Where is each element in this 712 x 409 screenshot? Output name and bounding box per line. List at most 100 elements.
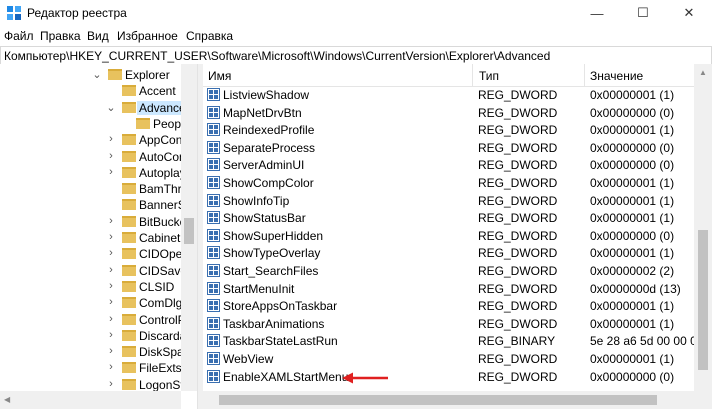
tree-item[interactable]: › Autoplay: [0, 164, 186, 182]
registry-value-row[interactable]: TaskbarAnimations REG_DWORD 0x00000001 (1): [203, 315, 694, 333]
registry-value-row[interactable]: ShowSuperHidden REG_DWORD 0x00000000 (0): [203, 227, 694, 245]
tree-item[interactable]: › DiskSpac: [0, 343, 190, 361]
close-button[interactable]: ✕: [666, 0, 712, 26]
chevron-right-icon[interactable]: ›: [106, 329, 116, 341]
reg-value-icon: [207, 281, 220, 295]
chevron-down-icon[interactable]: ⌄: [106, 101, 116, 114]
registry-value-row[interactable]: TaskbarStateLastRun REG_BINARY 5e 28 a6 5d…: [203, 332, 694, 350]
tree-item[interactable]: › AppCont: [0, 131, 186, 149]
registry-value-row[interactable]: StartMenuInit REG_DWORD 0x0000000d (13): [203, 280, 694, 298]
address-path[interactable]: Компьютер\HKEY_CURRENT_USER\Software\Mic…: [4, 49, 550, 63]
minimize-button[interactable]: —: [574, 0, 620, 26]
chevron-right-icon[interactable]: ›: [106, 296, 116, 308]
value-data: 0x00000001 (1): [590, 211, 675, 226]
chevron-right-icon[interactable]: ›: [106, 247, 116, 259]
tree-item[interactable]: › ControlP: [0, 311, 186, 329]
list-scroll-thumb[interactable]: [698, 230, 708, 370]
chevron-right-icon[interactable]: ›: [106, 345, 116, 357]
reg-value-icon: [207, 316, 220, 330]
tree-item[interactable]: Accent: [0, 82, 181, 100]
reg-value-icon: [207, 158, 220, 172]
registry-value-row[interactable]: ListviewShadow REG_DWORD 0x00000001 (1): [203, 86, 694, 104]
tree-horizontal-scrollbar[interactable]: ◀: [0, 391, 181, 409]
tree-item[interactable]: ⌄ Explorer: [0, 66, 181, 84]
column-header-value[interactable]: Значение: [590, 69, 643, 83]
folder-icon: [122, 362, 136, 374]
column-divider[interactable]: [472, 64, 473, 86]
value-type: REG_DWORD: [478, 88, 558, 102]
registry-value-row[interactable]: ShowCompColor REG_DWORD 0x00000001 (1): [203, 174, 694, 192]
chevron-right-icon[interactable]: ›: [106, 378, 116, 390]
tree-item[interactable]: › AutoCon: [0, 148, 186, 166]
registry-value-row[interactable]: Start_SearchFiles REG_DWORD 0x00000002 (2): [203, 262, 694, 280]
registry-value-row[interactable]: ShowStatusBar REG_DWORD 0x00000001 (1): [203, 209, 694, 227]
value-data: 0x00000001 (1): [590, 176, 675, 190]
value-type: REG_DWORD: [478, 193, 558, 208]
value-type: REG_DWORD: [478, 228, 558, 243]
tree-item-label: FileExts: [139, 361, 182, 376]
registry-value-row[interactable]: WebView REG_DWORD 0x00000001 (1): [203, 350, 694, 368]
tree-item[interactable]: › CLSID: [0, 278, 181, 296]
column-header-type[interactable]: Тип: [479, 69, 499, 83]
chevron-right-icon[interactable]: ›: [106, 166, 116, 178]
chevron-right-icon[interactable]: ›: [106, 313, 116, 325]
reg-value-icon: [207, 105, 220, 119]
registry-value-row[interactable]: MapNetDrvBtn REG_DWORD 0x00000000 (0): [203, 104, 694, 122]
tree-item[interactable]: › FileExts: [0, 359, 182, 377]
registry-value-row[interactable]: EnableXAMLStartMenu REG_DWORD 0x00000000 (…: [203, 368, 694, 386]
registry-value-row[interactable]: ShowTypeOverlay REG_DWORD 0x00000001 (1): [203, 244, 694, 262]
values-list-pane[interactable]: Имя Тип Значение ListviewShadow REG_DWORD…: [203, 64, 694, 391]
menu-help[interactable]: Справка: [186, 29, 233, 43]
tree-item[interactable]: › CabinetS: [0, 229, 188, 247]
registry-value-row[interactable]: ServerAdminUI REG_DWORD 0x00000000 (0): [203, 156, 694, 174]
value-data: 0x00000001 (1): [590, 193, 675, 208]
tree-item[interactable]: BamThro: [0, 180, 188, 198]
key-tree-pane[interactable]: ⌄ Explorer Accent ⌄ Advance Peopl › AppCont › Aut…: [0, 64, 197, 391]
tree-item[interactable]: ⌄ Advance: [0, 99, 188, 117]
list-horizontal-scroll-thumb[interactable]: [219, 395, 657, 405]
tree-item[interactable]: › BitBucke: [0, 213, 186, 231]
column-header-name[interactable]: Имя: [208, 69, 231, 83]
chevron-down-icon[interactable]: ⌄: [92, 68, 102, 81]
value-name: ReindexedProfile: [223, 123, 315, 138]
menu-edit[interactable]: Правка: [40, 29, 81, 43]
scroll-up-icon[interactable]: ▲: [699, 68, 707, 77]
tree-item[interactable]: › CIDOper: [0, 245, 186, 263]
scroll-left-icon[interactable]: ◀: [4, 395, 10, 404]
menu-favorites[interactable]: Избранное: [117, 29, 178, 43]
chevron-right-icon[interactable]: ›: [106, 150, 116, 162]
value-data: 0x0000000d (13): [590, 281, 681, 296]
registry-value-row[interactable]: ReindexedProfile REG_DWORD 0x00000001 (1): [203, 121, 694, 139]
value-name: ListviewShadow: [223, 88, 310, 102]
maximize-button[interactable]: ☐: [620, 0, 666, 26]
menu-file[interactable]: Файл: [4, 29, 34, 43]
tree-item[interactable]: Peopl: [0, 115, 184, 133]
chevron-right-icon[interactable]: ›: [106, 361, 116, 373]
value-type: REG_DWORD: [478, 105, 558, 120]
value-name: StartMenuInit: [223, 281, 295, 296]
value-type: REG_DWORD: [478, 299, 558, 314]
menu-view[interactable]: Вид: [87, 29, 109, 43]
tree-item[interactable]: › CIDSave: [0, 262, 187, 280]
value-type: REG_DWORD: [478, 369, 558, 384]
window-title: Редактор реестра: [27, 6, 127, 20]
tree-item-label: Explorer: [125, 68, 170, 82]
red-arrow-icon: [342, 372, 388, 384]
chevron-right-icon[interactable]: ›: [106, 215, 116, 227]
registry-value-row[interactable]: SeparateProcess REG_DWORD 0x00000000 (0): [203, 139, 694, 157]
tree-item[interactable]: › ComDlg: [0, 294, 182, 312]
address-bar[interactable]: Компьютер\HKEY_CURRENT_USER\Software\Mic…: [0, 46, 712, 66]
chevron-right-icon[interactable]: ›: [106, 133, 116, 145]
folder-icon: [122, 297, 136, 309]
tree-item[interactable]: › Discarda: [0, 327, 186, 345]
folder-icon: [122, 134, 136, 146]
column-divider[interactable]: [584, 64, 585, 86]
chevron-right-icon[interactable]: ›: [106, 280, 116, 292]
chevron-right-icon[interactable]: ›: [106, 231, 116, 243]
tree-item[interactable]: › LogonSt: [0, 376, 184, 391]
chevron-right-icon[interactable]: ›: [106, 264, 116, 276]
tree-scroll-thumb[interactable]: [184, 218, 194, 244]
registry-value-row[interactable]: StoreAppsOnTaskbar REG_DWORD 0x00000001 (1…: [203, 297, 694, 315]
tree-item[interactable]: BannerSt: [0, 196, 189, 214]
registry-value-row[interactable]: ShowInfoTip REG_DWORD 0x00000001 (1): [203, 192, 694, 210]
